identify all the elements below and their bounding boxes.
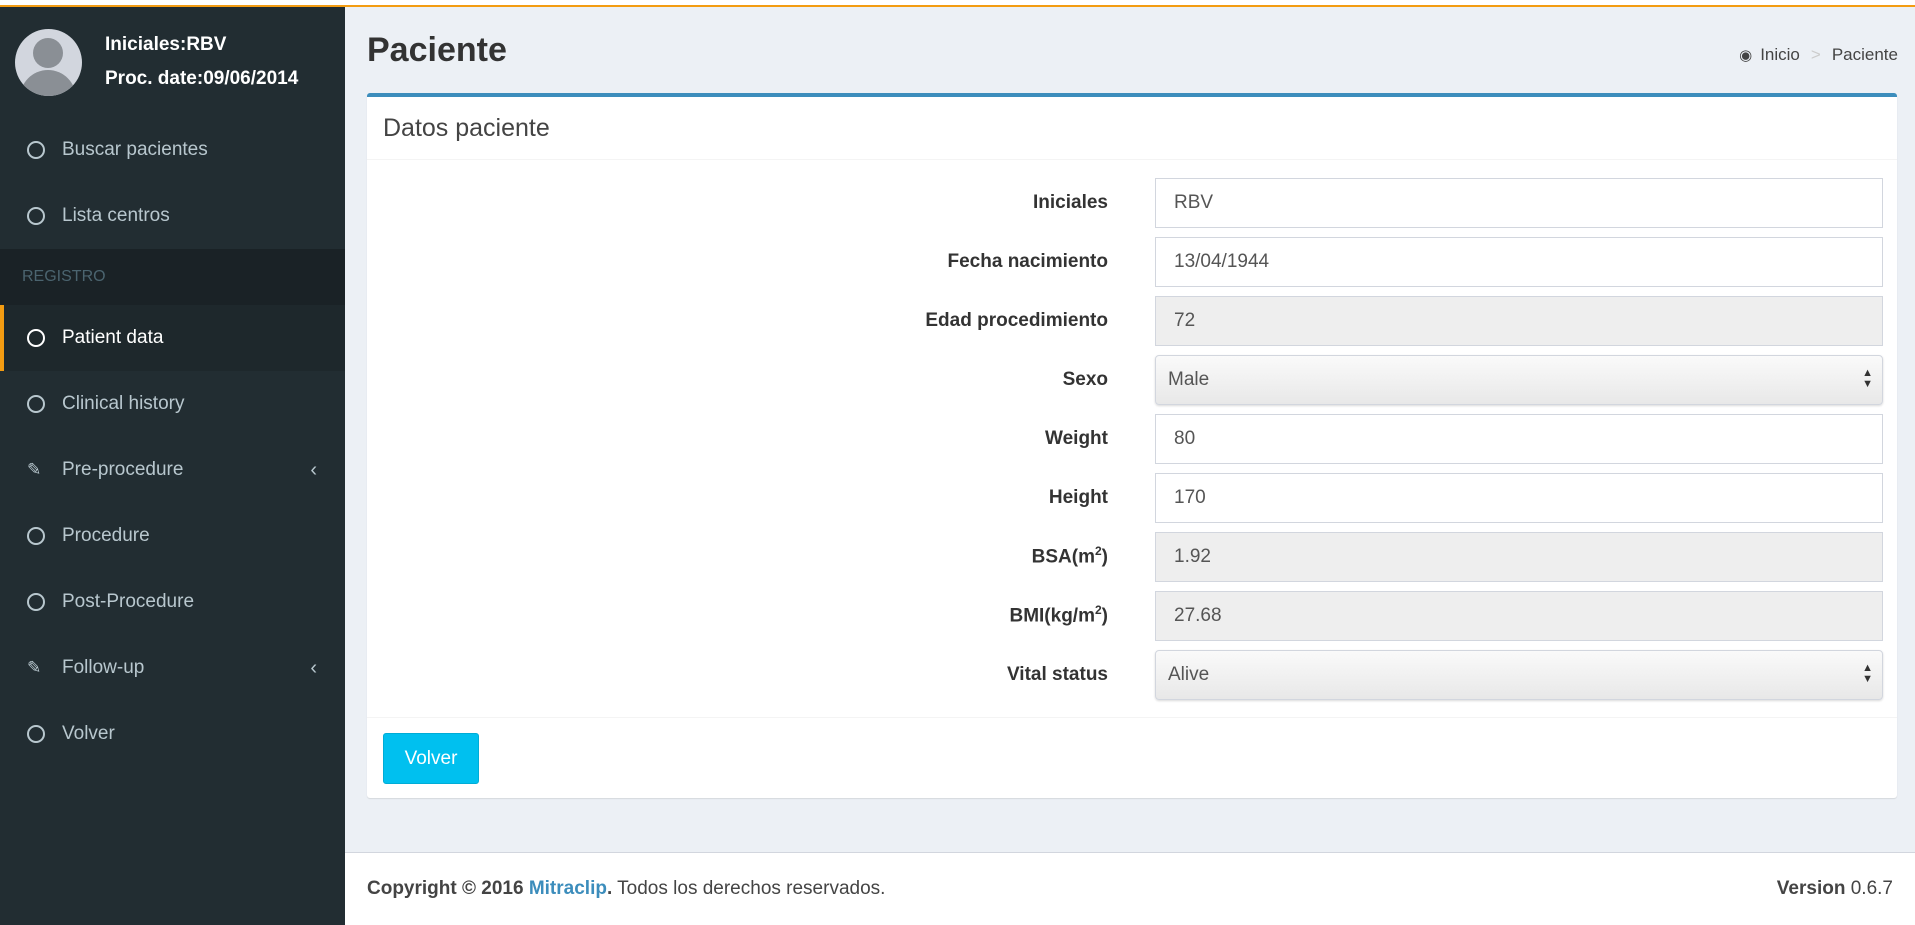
breadcrumb-home-link[interactable]: Inicio bbox=[1760, 45, 1800, 65]
weight-input[interactable]: 80 bbox=[1155, 413, 1883, 464]
sidebar-item-clinical-history[interactable]: Clinical history bbox=[0, 371, 345, 437]
brand-link[interactable]: Mitraclip bbox=[529, 878, 607, 899]
edad-label: Edad procedimiento bbox=[925, 309, 1108, 331]
circle-icon bbox=[27, 527, 45, 545]
sidebar-item-patient-data[interactable]: Patient data bbox=[0, 305, 345, 371]
circle-icon bbox=[27, 725, 45, 743]
edit-icon: ✎ bbox=[27, 658, 42, 677]
bmi-label-suffix: ) bbox=[1101, 605, 1108, 627]
bsa-label-prefix: BSA(m bbox=[1031, 546, 1095, 568]
rights-text: Todos los derechos reservados. bbox=[617, 878, 886, 899]
sidebar-item-follow-up[interactable]: ✎ Follow-up ‹ bbox=[0, 635, 345, 701]
circle-icon bbox=[27, 141, 45, 159]
version-value: 0.6.7 bbox=[1850, 878, 1893, 899]
user-proc-date: Proc. date:09/06/2014 bbox=[105, 68, 299, 89]
form-row-bsa: BSA(m2) 1.92 bbox=[367, 527, 1897, 586]
form-row-weight: Weight 80 bbox=[367, 409, 1897, 468]
sidebar-item-label: Clinical history bbox=[62, 393, 185, 414]
edit-icon: ✎ bbox=[27, 460, 42, 479]
page-title: Paciente bbox=[367, 31, 507, 69]
iniciales-input[interactable]: RBV bbox=[1155, 177, 1883, 228]
chevron-left-icon[interactable]: ‹ bbox=[310, 459, 317, 482]
form-row-vital-status: Vital status Alive ▲ ▼ bbox=[367, 645, 1897, 704]
user-initials: Iniciales:RBV bbox=[105, 34, 227, 55]
content-area: Paciente ◉ Inicio > Paciente Datos pacie… bbox=[345, 7, 1915, 925]
vital-status-label: Vital status bbox=[1006, 663, 1108, 685]
sidebar-item-procedure[interactable]: Procedure bbox=[0, 503, 345, 569]
bsa-label: BSA(m2) bbox=[1032, 544, 1108, 568]
top-bar-line bbox=[0, 0, 1915, 7]
copyright-text: Copyright © 2016 bbox=[367, 878, 524, 899]
sidebar-item-volver[interactable]: Volver bbox=[0, 701, 345, 767]
vital-status-select[interactable]: Alive ▲ ▼ bbox=[1155, 649, 1883, 700]
sexo-label: Sexo bbox=[1062, 368, 1108, 390]
bmi-label: BMI(kg/m2) bbox=[1009, 603, 1108, 627]
bsa-label-suffix: ) bbox=[1101, 546, 1108, 568]
avatar bbox=[15, 28, 82, 96]
dashboard-icon: ◉ bbox=[1739, 47, 1753, 64]
breadcrumb-current: Paciente bbox=[1831, 45, 1898, 64]
sidebar-item-label: Lista centros bbox=[62, 205, 170, 226]
version-info: Version 0.6.7 bbox=[1777, 878, 1893, 900]
vital-status-selected-value: Alive bbox=[1168, 663, 1210, 685]
sexo-select[interactable]: Male ▲ ▼ bbox=[1155, 354, 1883, 405]
patient-data-box: Datos paciente Iniciales RBV Fecha nacim… bbox=[367, 93, 1897, 798]
height-input[interactable]: 170 bbox=[1155, 472, 1883, 523]
sidebar-item-post-procedure[interactable]: Post-Procedure bbox=[0, 569, 345, 635]
avatar-body bbox=[20, 69, 76, 96]
sidebar-item-label: Patient data bbox=[62, 327, 164, 348]
bmi-input: 27.68 bbox=[1155, 590, 1883, 641]
sidebar-item-label: Buscar pacientes bbox=[62, 139, 208, 160]
sidebar-header-registro: REGISTRO bbox=[0, 249, 345, 305]
weight-label: Weight bbox=[1045, 427, 1108, 449]
avatar-head bbox=[33, 37, 63, 68]
copyright-dot: . bbox=[606, 878, 613, 899]
circle-icon bbox=[27, 207, 45, 225]
sidebar: Iniciales:RBV Proc. date:09/06/2014 Busc… bbox=[0, 7, 345, 925]
sidebar-item-label: Procedure bbox=[62, 525, 150, 546]
form-row-height: Height 170 bbox=[367, 468, 1897, 527]
sexo-selected-value: Male bbox=[1168, 368, 1210, 390]
footer-copyright: Copyright © 2016 Mitraclip. Todos los de… bbox=[367, 878, 885, 900]
page-footer: Copyright © 2016 Mitraclip. Todos los de… bbox=[345, 852, 1915, 925]
fecha-nacimiento-label: Fecha nacimiento bbox=[947, 250, 1109, 272]
box-title: Datos paciente bbox=[367, 97, 1897, 160]
circle-icon bbox=[27, 593, 45, 611]
sidebar-item-label: Post-Procedure bbox=[62, 591, 195, 612]
form-row-iniciales: Iniciales RBV bbox=[367, 173, 1897, 232]
breadcrumb: ◉ Inicio > Paciente bbox=[1739, 45, 1898, 65]
breadcrumb-separator: > bbox=[1810, 45, 1821, 64]
bmi-label-prefix: BMI(kg/m bbox=[1009, 605, 1095, 627]
version-label: Version bbox=[1776, 878, 1846, 899]
circle-icon bbox=[27, 329, 45, 347]
form-row-fecha-nacimiento: Fecha nacimiento 13/04/1944 bbox=[367, 232, 1897, 291]
form-row-edad: Edad procedimiento 72 bbox=[367, 291, 1897, 350]
sidebar-item-pre-procedure[interactable]: ✎ Pre-procedure ‹ bbox=[0, 437, 345, 503]
bsa-input: 1.92 bbox=[1155, 531, 1883, 582]
sidebar-item-label: Pre-procedure bbox=[62, 459, 184, 480]
sidebar-item-label: Volver bbox=[62, 723, 115, 744]
height-label: Height bbox=[1048, 486, 1108, 508]
box-footer: Volver bbox=[367, 717, 1897, 798]
bmi-label-sup: 2 bbox=[1094, 603, 1102, 618]
select-arrows-icon: ▲ ▼ bbox=[1862, 366, 1873, 390]
select-arrows-icon: ▲ ▼ bbox=[1862, 661, 1873, 685]
iniciales-label: Iniciales bbox=[1033, 191, 1108, 213]
sidebar-item-label: Follow-up bbox=[62, 657, 145, 678]
fecha-nacimiento-input[interactable]: 13/04/1944 bbox=[1155, 236, 1883, 287]
user-panel: Iniciales:RBV Proc. date:09/06/2014 bbox=[0, 7, 345, 117]
form-row-bmi: BMI(kg/m2) 27.68 bbox=[367, 586, 1897, 645]
chevron-left-icon[interactable]: ‹ bbox=[310, 657, 317, 680]
bsa-label-sup: 2 bbox=[1094, 544, 1102, 559]
user-info: Iniciales:RBV Proc. date:09/06/2014 bbox=[105, 28, 298, 96]
circle-icon bbox=[27, 395, 45, 413]
sidebar-item-buscar-pacientes[interactable]: Buscar pacientes bbox=[0, 117, 345, 183]
form-row-sexo: Sexo Male ▲ ▼ bbox=[367, 350, 1897, 409]
sidebar-item-lista-centros[interactable]: Lista centros bbox=[0, 183, 345, 249]
patient-form: Iniciales RBV Fecha nacimiento 13/04/194… bbox=[367, 160, 1897, 704]
edad-input: 72 bbox=[1155, 295, 1883, 346]
volver-button[interactable]: Volver bbox=[383, 733, 479, 784]
